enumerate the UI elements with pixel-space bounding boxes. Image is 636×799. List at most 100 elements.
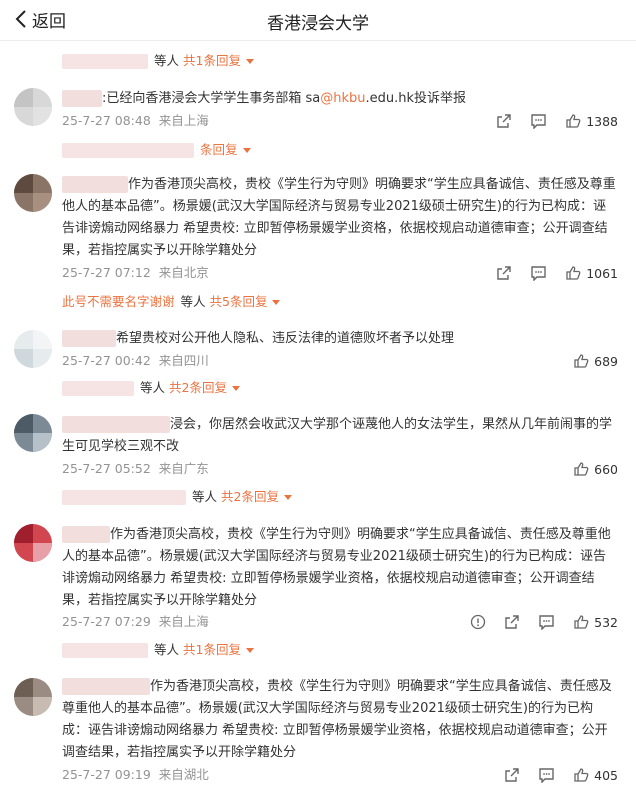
reply-count-link[interactable]: 共2条回复: [221, 487, 292, 507]
comment-item: 希望贵校对公开他人隐私、违反法律的道德败坏者予以处理 25-7-27 00:42…: [0, 326, 636, 404]
like-button[interactable]: 689: [573, 353, 618, 369]
avatar[interactable]: [14, 330, 52, 368]
reply-count-link[interactable]: 共5条回复: [210, 292, 281, 312]
reply-summary[interactable]: 等人 共1条回复: [62, 640, 260, 660]
comment-item: 作为香港顶尖高校，贵校《学生行为守则》明确要求“学生应具备诚信、责任感及尊重他人…: [0, 524, 636, 662]
comment-button[interactable]: [538, 614, 555, 630]
avatar[interactable]: [14, 524, 52, 562]
comment-body: 作为香港顶尖高校，贵校《学生行为守则》明确要求“学生应具备诚信、责任感及尊重他人…: [62, 177, 616, 258]
reply-count-link[interactable]: 条回复: [200, 140, 251, 160]
comment-text: 作为香港顶尖高校，贵校《学生行为守则》明确要求“学生应具备诚信、责任感及尊重他人…: [62, 524, 618, 612]
reply-people: 等人: [192, 489, 218, 504]
like-count: 689: [594, 353, 618, 369]
comment-button[interactable]: [530, 265, 547, 281]
share-button[interactable]: [496, 113, 512, 129]
comment-text: 希望贵校对公开他人隐私、违反法律的道德败坏者予以处理: [62, 328, 618, 350]
comment-location: 来自四川: [158, 353, 209, 368]
share-button[interactable]: [504, 614, 520, 630]
share-icon: [497, 266, 511, 280]
reply-summary[interactable]: 等人 共2条回复: [62, 378, 246, 398]
reply-count-link[interactable]: 共2条回复: [169, 378, 240, 398]
like-button[interactable]: 1388: [565, 113, 618, 129]
like-count: 405: [594, 767, 618, 783]
comment-icon: [539, 768, 554, 783]
comment-actions: 1388: [478, 111, 618, 131]
reply-count-link[interactable]: 共1条回复: [183, 640, 254, 660]
comment-body-tail: .edu.hk投诉举报: [365, 91, 467, 106]
avatar[interactable]: [14, 678, 52, 716]
share-button[interactable]: [496, 265, 512, 281]
reply-people: 等人: [140, 380, 166, 395]
comment-meta: 25-7-27 09:19 来自湖北: [62, 765, 209, 785]
blurred-names: [62, 53, 148, 69]
blurred-username[interactable]: [62, 90, 102, 107]
comment-meta: 25-7-27 07:12 来自北京: [62, 263, 209, 283]
reply-summary[interactable]: 此号不需要名字谢谢 等人 共5条回复: [62, 292, 286, 312]
chevron-down-icon: [283, 494, 292, 500]
comment-location: 来自广东: [158, 461, 209, 476]
like-count: 1061: [586, 265, 618, 281]
reply-count: 共2条回复: [221, 489, 279, 504]
comment-item: :已经向香港浸会大学学生事务部箱 sa@hkbu.edu.hk投诉举报 25-7…: [0, 80, 636, 166]
avatar[interactable]: [14, 88, 52, 126]
top-bar: 返回 香港浸会大学: [0, 0, 636, 41]
comment-time: 25-7-27 09:19: [62, 767, 151, 782]
blurred-username[interactable]: [62, 176, 128, 193]
reply-summary[interactable]: 等人 共2条回复: [62, 487, 298, 507]
reply-people: 等人: [154, 53, 180, 68]
comment-item: 等人 共1条回复: [0, 46, 636, 76]
comment-time: 25-7-27 05:52: [62, 461, 151, 476]
blurred-username[interactable]: [62, 678, 150, 695]
blurred-username[interactable]: [62, 526, 110, 543]
comment-icon: [539, 615, 554, 630]
mention-link[interactable]: @hkbu: [320, 91, 365, 106]
like-button[interactable]: 405: [573, 767, 618, 783]
like-count: 532: [594, 614, 618, 630]
blurred-username[interactable]: [62, 330, 116, 347]
blurred-names: [62, 142, 194, 158]
comment-meta: 25-7-27 00:42 来自四川: [62, 351, 209, 371]
comment-actions: 532: [452, 612, 618, 632]
comment-text: :已经向香港浸会大学学生事务部箱 sa@hkbu.edu.hk投诉举报: [62, 88, 618, 110]
avatar[interactable]: [14, 414, 52, 452]
like-button[interactable]: 660: [573, 461, 618, 477]
share-icon: [497, 114, 511, 128]
comment-body: 希望贵校对公开他人隐私、违反法律的道德败坏者予以处理: [116, 331, 455, 346]
comment-location: 来自北京: [158, 265, 209, 280]
reply-count-link[interactable]: 共1条回复: [183, 51, 254, 71]
blurred-username[interactable]: [62, 416, 170, 433]
comment-text: 作为香港顶尖高校，贵校《学生行为守则》明确要求“学生应具备诚信、责任感及尊重他人…: [62, 174, 618, 262]
avatar[interactable]: [14, 174, 52, 212]
comment-item: 作为香港顶尖高校，贵校《学生行为守则》明确要求“学生应具备诚信、责任感及尊重他人…: [0, 170, 636, 316]
blurred-names: [62, 489, 186, 505]
reply-summary[interactable]: 条回复: [62, 140, 251, 160]
comment-actions: 405: [486, 765, 618, 785]
chevron-down-icon: [272, 299, 281, 305]
comment-button[interactable]: [538, 767, 555, 783]
reply-count: 共1条回复: [183, 53, 241, 68]
reply-author-highlight[interactable]: 此号不需要名字谢谢: [62, 292, 175, 312]
comment-time: 25-7-27 07:12: [62, 265, 151, 280]
reply-people: 等人: [180, 294, 206, 309]
comment-location: 来自上海: [158, 113, 209, 128]
chevron-down-icon: [245, 647, 254, 653]
comment-meta: 25-7-27 05:52 来自广东: [62, 459, 209, 479]
share-icon: [505, 768, 519, 782]
comment-button[interactable]: [530, 113, 547, 129]
comment-text: 作为香港顶尖高校，贵校《学生行为守则》明确要求“学生应具备诚信、责任感及尊重他人…: [62, 676, 618, 764]
comment-meta: 25-7-27 08:48 来自上海: [62, 111, 209, 131]
reply-summary[interactable]: 等人 共1条回复: [62, 51, 260, 71]
thumbs-up-icon: [574, 615, 589, 629]
comment-time: 25-7-27 07:29: [62, 614, 151, 629]
like-button[interactable]: 532: [573, 614, 618, 630]
comment-meta: 25-7-27 07:29 来自上海: [62, 612, 209, 632]
chevron-down-icon: [245, 58, 254, 64]
comment-item: 作为香港顶尖高校，贵校《学生行为守则》明确要求“学生应具备诚信、责任感及尊重他人…: [0, 676, 636, 794]
thumbs-up-icon: [574, 768, 589, 782]
share-button[interactable]: [504, 767, 520, 783]
like-button[interactable]: 1061: [565, 265, 618, 281]
like-count: 660: [594, 461, 618, 477]
comment-item: 浸会，你居然会收武汉大学那个诬蔑他人的女法学生，果然从几年前闹事的学生可见学校三…: [0, 412, 636, 514]
info-button[interactable]: [470, 614, 486, 630]
comment-location: 来自上海: [158, 614, 209, 629]
